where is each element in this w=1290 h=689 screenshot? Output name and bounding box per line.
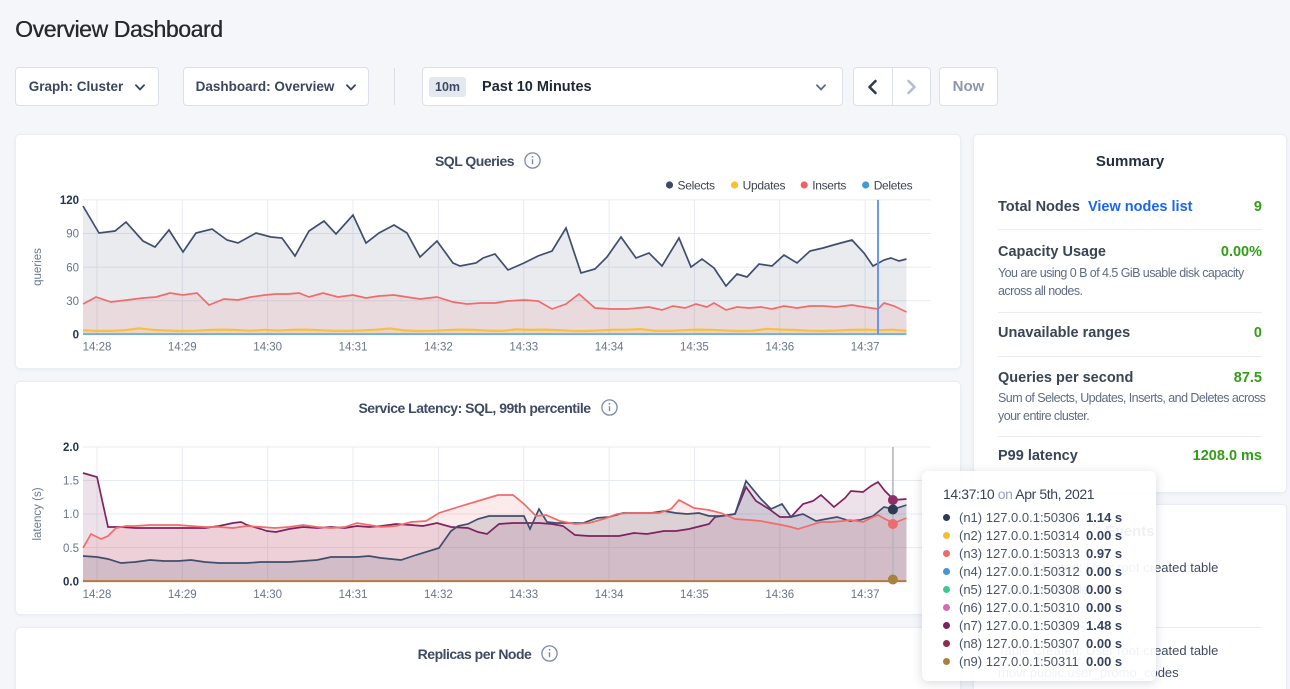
svg-text:14:35: 14:35 — [680, 589, 709, 601]
svg-text:120: 120 — [60, 195, 79, 207]
svg-text:1.0: 1.0 — [63, 509, 79, 521]
svg-text:0: 0 — [73, 330, 79, 342]
svg-text:30: 30 — [66, 296, 79, 308]
svg-text:14:35: 14:35 — [680, 342, 709, 354]
svg-text:14:33: 14:33 — [509, 589, 538, 601]
svg-text:90: 90 — [66, 229, 79, 241]
svg-text:14:31: 14:31 — [339, 589, 368, 601]
svg-text:14:30: 14:30 — [253, 589, 282, 601]
svg-text:14:36: 14:36 — [765, 342, 794, 354]
svg-text:1.5: 1.5 — [63, 476, 79, 488]
svg-text:14:33: 14:33 — [509, 342, 538, 354]
svg-text:14:29: 14:29 — [168, 342, 197, 354]
svg-text:Inserts: Inserts — [812, 179, 846, 193]
svg-text:14:30: 14:30 — [253, 342, 282, 354]
svg-text:14:32: 14:32 — [424, 342, 453, 354]
svg-text:2.0: 2.0 — [63, 442, 79, 454]
svg-text:Deletes: Deletes — [874, 179, 913, 193]
svg-text:Selects: Selects — [678, 179, 716, 193]
svg-text:14:31: 14:31 — [339, 342, 368, 354]
svg-text:14:29: 14:29 — [168, 589, 197, 601]
svg-text:14:34: 14:34 — [595, 342, 624, 354]
svg-text:14:28: 14:28 — [83, 342, 112, 354]
svg-text:0.0: 0.0 — [63, 576, 79, 588]
svg-text:latency (s): latency (s) — [32, 487, 44, 540]
svg-text:14:28: 14:28 — [83, 589, 112, 601]
svg-text:14:37: 14:37 — [851, 342, 880, 354]
svg-text:Updates: Updates — [743, 179, 786, 193]
svg-text:queries: queries — [32, 248, 44, 286]
svg-text:14:32: 14:32 — [424, 589, 453, 601]
svg-text:0.5: 0.5 — [63, 543, 79, 555]
svg-text:60: 60 — [66, 262, 79, 274]
svg-text:14:37: 14:37 — [851, 589, 880, 601]
svg-text:14:34: 14:34 — [595, 589, 624, 601]
svg-text:14:36: 14:36 — [765, 589, 794, 601]
